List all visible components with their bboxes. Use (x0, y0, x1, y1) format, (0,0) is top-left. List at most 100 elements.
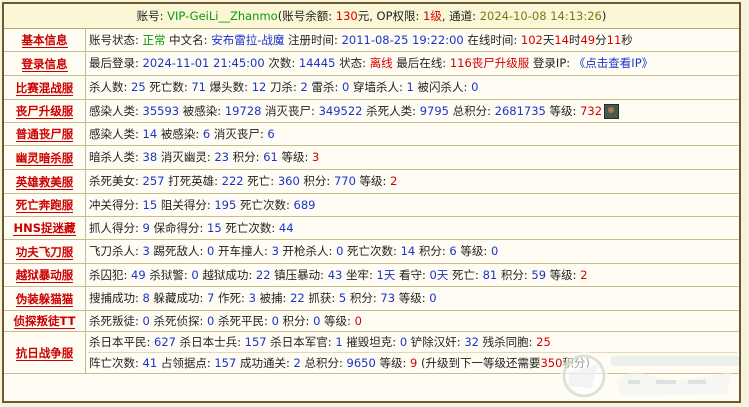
stat-label: 杀死美女: (89, 174, 143, 188)
stat-label: 感染人类: (89, 127, 143, 141)
stats-line: 杀死叛徒: 0 杀死侦探: 0 杀死平民: 0 积分: 0 等级: 0 (88, 311, 737, 331)
stat-value: 9650 (346, 356, 376, 370)
balance-unit: 元, OP权限: (357, 9, 424, 23)
stat-label: 雷杀: (307, 80, 343, 94)
stats-content: 抓人得分: 9 保命得分: 15 死亡次数: 44 (86, 217, 739, 239)
stats-line: 阵亡次数: 41 占领据点: 157 成功通关: 2 总积分: 9650 等级:… (88, 352, 737, 373)
stat-value: 2011-08-25 19:22:00 (341, 33, 464, 47)
stat-value: 11 (606, 33, 622, 47)
stat-label: 等级: (277, 150, 313, 164)
server-label-text[interactable]: 抗日战争服 (15, 346, 74, 361)
stat-label: 消灭丧尸: (261, 104, 319, 118)
server-label-text[interactable]: 登录信息 (21, 57, 68, 72)
server-label[interactable]: 丧尸升级服 (4, 100, 86, 122)
server-label-text[interactable]: 丧尸升级服 (15, 104, 74, 119)
server-label-text[interactable]: 基本信息 (21, 33, 68, 48)
server-label-text[interactable]: 功夫飞刀服 (15, 245, 74, 260)
stat-label: 爆头数: (206, 80, 252, 94)
server-label-text[interactable]: 伪装躲猫猫 (15, 292, 74, 307)
stat-label: 飞刀杀人: (89, 244, 143, 258)
stat-label: 杀死侦探: (149, 314, 208, 328)
stat-value: 71 (191, 80, 206, 94)
stats-content: 冲关得分: 15 阻关得分: 195 死亡次数: 689 (86, 194, 739, 216)
server-label[interactable]: 越狱暴动服 (4, 264, 86, 286)
stat-value: 3 (312, 150, 320, 164)
stats-row: 英雄救美服 杀死美女: 257 打死英雄: 222 死亡: 360 积分: 770… (4, 170, 739, 194)
stats-content: 账号状态: 正常 中文名: 安布雷拉-战魔 注册时间: 2011-08-25 1… (86, 29, 739, 51)
stat-label: 镇压暴动: (270, 268, 328, 282)
stat-value: 3 (271, 244, 279, 258)
view-ip-link[interactable]: 《点击查看IP》 (574, 56, 653, 70)
stat-value: 6 (267, 127, 275, 141)
server-label[interactable]: HNS捉迷藏 (4, 217, 86, 239)
stats-line: 感染人类: 35593 被感染: 19728 消灭丧尸: 349522 杀死人类… (88, 100, 737, 122)
server-label-text[interactable]: 幽灵暗杀服 (15, 151, 74, 166)
server-label-text[interactable]: 英雄救美服 (15, 175, 74, 190)
stat-value: 23 (214, 150, 229, 164)
server-label[interactable]: 幽灵暗杀服 (4, 146, 86, 169)
stats-content: 最后登录: 2024-11-01 21:45:00 次数: 14445 状态: … (86, 52, 739, 75)
server-label[interactable]: 登录信息 (4, 52, 86, 75)
stat-label: 账号状态: (89, 33, 143, 47)
stats-content: 杀人数: 25 死亡数: 71 爆头数: 12 刀杀: 2 雷杀: 0 穿墙杀人… (86, 76, 739, 99)
stat-label: 等级: (375, 356, 410, 370)
server-label[interactable]: 功夫飞刀服 (4, 240, 86, 263)
stat-value: 2 (580, 268, 588, 282)
server-label[interactable]: 基本信息 (4, 29, 86, 51)
stat-label: 杀日本士兵: (175, 335, 245, 349)
stat-label: 积分: (415, 244, 450, 258)
stat-label: 冲关得分: (89, 198, 143, 212)
stat-label: 杀狱警: (145, 268, 192, 282)
server-label[interactable]: 侦探叛徒TT (4, 311, 86, 331)
server-label-text[interactable]: 侦探叛徒TT (13, 314, 76, 329)
stat-label: 等级: (546, 268, 581, 282)
stat-value: 1天 (376, 268, 396, 282)
stat-label: 杀死叛徒: (89, 314, 143, 328)
stat-label: 状态: (335, 56, 370, 70)
server-label[interactable]: 抗日战争服 (4, 332, 86, 373)
stat-label: 秒 (621, 33, 633, 47)
stat-label: 阻关得分: (157, 198, 215, 212)
stat-value: 19728 (224, 104, 262, 118)
stats-content: 飞刀杀人: 3 踢死敌人: 0 开车撞人: 3 开枪杀人: 0 死亡次数: 14… (86, 240, 739, 263)
balance-label: (账号余额: (277, 9, 336, 23)
stat-value: 6 (449, 244, 457, 258)
server-label-text[interactable]: 比赛混战服 (15, 81, 74, 96)
stats-line: 冲关得分: 15 阻关得分: 195 死亡次数: 689 (88, 194, 737, 216)
stat-label: 被闪杀人: (413, 80, 472, 94)
stat-label: 开枪杀人: (278, 244, 337, 258)
stat-value: 350 (540, 356, 563, 370)
stats-row: 登录信息 最后登录: 2024-11-01 21:45:00 次数: 14445 … (4, 52, 739, 76)
server-label-text[interactable]: 死亡奔跑服 (15, 198, 74, 213)
stat-value: 222 (221, 174, 244, 188)
server-label-text[interactable]: 越狱暴动服 (15, 268, 74, 283)
stat-value: 43 (327, 268, 343, 282)
stat-label: 阵亡次数: (89, 356, 143, 370)
stat-value: 0 (429, 291, 437, 305)
stat-value: 15 (207, 221, 222, 235)
stat-label: 等级: (320, 314, 355, 328)
stat-value: 9795 (419, 104, 449, 118)
server-label[interactable]: 死亡奔跑服 (4, 194, 86, 216)
stat-value: 627 (154, 335, 176, 349)
stat-label: 杀日本军官: (266, 335, 336, 349)
stat-value: 14 (400, 244, 416, 258)
server-label[interactable]: 普通丧尸服 (4, 123, 86, 145)
header-time: 2024-10-08 14:13:26 (479, 9, 602, 23)
stat-value: 9 (142, 221, 150, 235)
server-label-text[interactable]: 普通丧尸服 (15, 127, 74, 142)
stat-value: 81 (482, 268, 498, 282)
stat-label: 天 (542, 33, 555, 47)
stat-label: 坐牢: (342, 268, 377, 282)
stat-label: 总积分: (300, 356, 347, 370)
server-label-text[interactable]: HNS捉迷藏 (13, 221, 76, 236)
stats-content: 搜捕成功: 8 躲藏成功: 7 作死: 3 被捕: 22 抓获: 5 积分: 7… (86, 287, 739, 310)
stats-line: 抓人得分: 9 保命得分: 15 死亡次数: 44 (88, 217, 737, 239)
server-label[interactable]: 比赛混战服 (4, 76, 86, 99)
stat-label: 被感染: (179, 104, 225, 118)
stat-value: 32 (464, 335, 479, 349)
account-name: VIP-GeiLi__Zhanmo (167, 9, 278, 23)
stat-label: 分 (595, 33, 607, 47)
server-label[interactable]: 英雄救美服 (4, 170, 86, 193)
server-label[interactable]: 伪装躲猫猫 (4, 287, 86, 310)
